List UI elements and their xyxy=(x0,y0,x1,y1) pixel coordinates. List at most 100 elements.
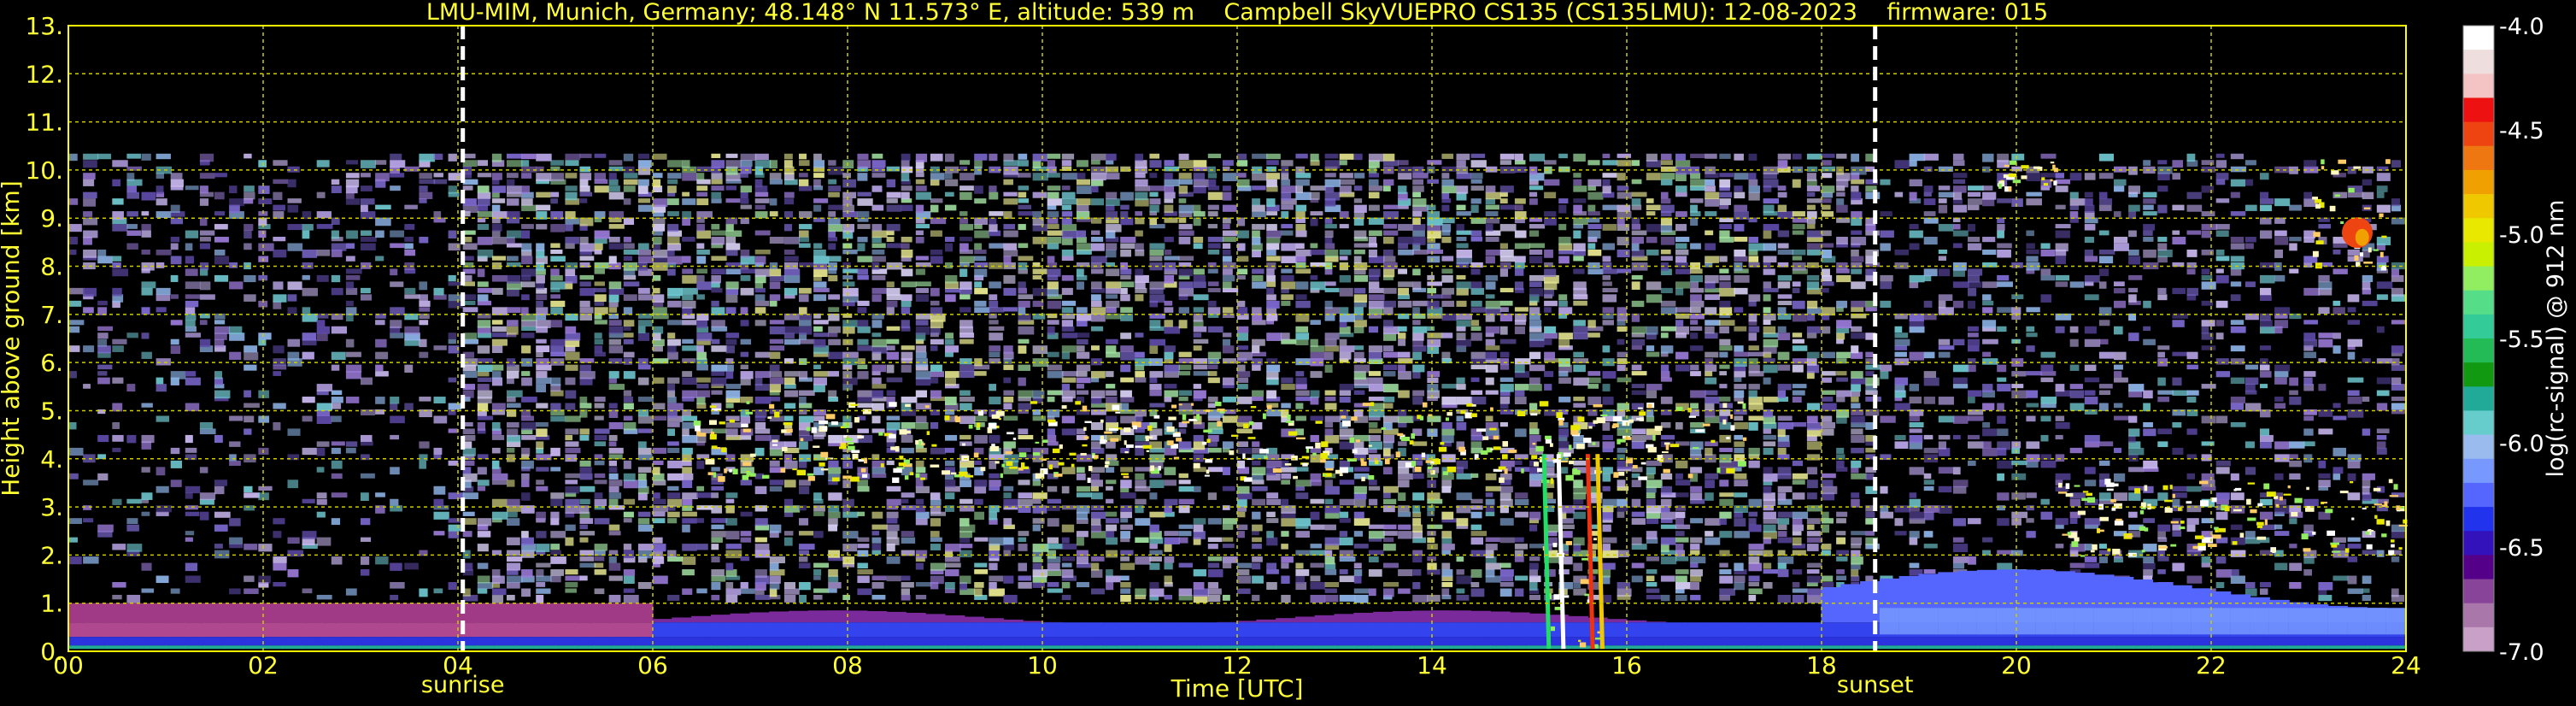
noise-pixel xyxy=(258,160,267,168)
noise-pixel xyxy=(1106,243,1118,250)
noise-pixel xyxy=(667,287,683,297)
noise-pixel xyxy=(608,281,622,290)
noise-pixel xyxy=(1675,191,1687,197)
noise-pixel xyxy=(886,415,901,421)
noise-pixel xyxy=(1705,274,1719,284)
noise-pixel xyxy=(1106,160,1114,165)
noise-pixel xyxy=(769,268,782,277)
noise-pixel xyxy=(1573,537,1585,546)
noise-pixel xyxy=(316,160,330,168)
noise-pixel xyxy=(740,153,757,162)
noise-pixel xyxy=(623,320,635,327)
noise-pixel xyxy=(1719,256,1728,262)
noise-pixel xyxy=(536,479,544,485)
noise-pixel xyxy=(783,371,800,377)
noise-pixel xyxy=(608,403,618,409)
noise-pixel xyxy=(974,185,983,194)
noise-pixel xyxy=(1485,550,1494,558)
noise-pixel xyxy=(1617,153,1631,158)
noise-pixel xyxy=(1763,397,1780,403)
noise-pixel xyxy=(302,262,314,269)
noise-pixel xyxy=(1061,198,1077,205)
noise-pixel xyxy=(214,479,228,486)
noise-pixel xyxy=(1529,256,1543,264)
noise-pixel xyxy=(945,397,957,405)
noise-pixel xyxy=(769,397,781,402)
noise-pixel xyxy=(491,479,508,485)
noise-pixel xyxy=(1456,518,1469,527)
noise-pixel xyxy=(623,421,637,431)
noise-pixel xyxy=(1222,441,1234,449)
noise-pixel xyxy=(886,338,900,344)
noise-pixel xyxy=(915,237,924,244)
noise-pixel xyxy=(783,153,793,160)
noise-pixel xyxy=(1353,287,1366,294)
noise-pixel xyxy=(273,160,288,166)
noise-pixel xyxy=(1149,294,1165,303)
noise-pixel xyxy=(1660,160,1673,166)
noise-pixel xyxy=(1602,544,1611,551)
noise-pixel xyxy=(1792,473,1808,479)
noise-pixel xyxy=(1003,492,1012,498)
noise-pixel xyxy=(989,581,997,590)
noise-pixel xyxy=(799,230,809,238)
noise-pixel xyxy=(1427,498,1443,504)
noise-pixel xyxy=(1558,300,1568,307)
noise-pixel xyxy=(1164,397,1172,403)
noise-pixel xyxy=(433,447,443,455)
noise-pixel xyxy=(1851,268,1863,274)
noise-pixel xyxy=(594,320,607,325)
noise-pixel xyxy=(1018,173,1031,178)
noise-pixel xyxy=(769,377,784,385)
noise-pixel xyxy=(170,588,180,594)
noise-pixel xyxy=(783,224,793,232)
noise-pixel xyxy=(258,198,273,205)
noise-pixel xyxy=(1675,594,1687,602)
noise-pixel xyxy=(491,332,508,338)
noise-pixel xyxy=(1602,511,1613,521)
noise-pixel xyxy=(1602,594,1612,603)
noise-pixel xyxy=(1281,403,1291,409)
noise-pixel xyxy=(1806,243,1822,250)
noise-pixel xyxy=(1295,377,1307,385)
noise-pixel xyxy=(1734,434,1743,440)
noise-pixel xyxy=(536,243,545,251)
noise-pixel xyxy=(462,204,479,213)
noise-pixel xyxy=(331,274,341,283)
noise-pixel xyxy=(345,230,358,239)
noise-pixel xyxy=(579,556,595,562)
noise-pixel xyxy=(507,518,520,527)
noise-pixel xyxy=(214,524,228,532)
noise-pixel xyxy=(1734,185,1743,192)
noise-pixel xyxy=(1763,364,1778,374)
noise-pixel xyxy=(1412,524,1423,532)
noise-pixel xyxy=(1777,185,1787,191)
noise-pixel xyxy=(579,243,595,252)
noise-pixel xyxy=(1719,268,1729,274)
noise-pixel xyxy=(974,479,988,487)
noise-pixel xyxy=(1252,274,1264,282)
noise-pixel xyxy=(1923,185,1933,193)
noise-pixel xyxy=(608,467,618,473)
noise-pixel xyxy=(1806,575,1822,584)
noise-pixel xyxy=(1412,364,1425,373)
noise-pixel xyxy=(653,460,664,466)
noise-pixel xyxy=(1252,485,1268,491)
noise-pixel xyxy=(1427,160,1442,165)
noise-pixel xyxy=(1806,166,1818,173)
noise-pixel xyxy=(273,237,286,242)
noise-pixel xyxy=(1792,479,1805,485)
noise-pixel xyxy=(1252,224,1265,230)
noise-pixel xyxy=(1836,332,1845,340)
noise-pixel xyxy=(1222,191,1232,201)
noise-pixel xyxy=(507,256,519,262)
noise-pixel xyxy=(1646,518,1659,525)
noise-pixel xyxy=(959,294,971,300)
noise-pixel xyxy=(1675,237,1690,243)
noise-pixel xyxy=(857,569,873,575)
noise-pixel xyxy=(1675,575,1687,583)
noise-pixel xyxy=(623,294,637,301)
noise-pixel xyxy=(1324,300,1333,309)
noise-pixel xyxy=(857,224,871,229)
noise-pixel xyxy=(244,224,254,232)
